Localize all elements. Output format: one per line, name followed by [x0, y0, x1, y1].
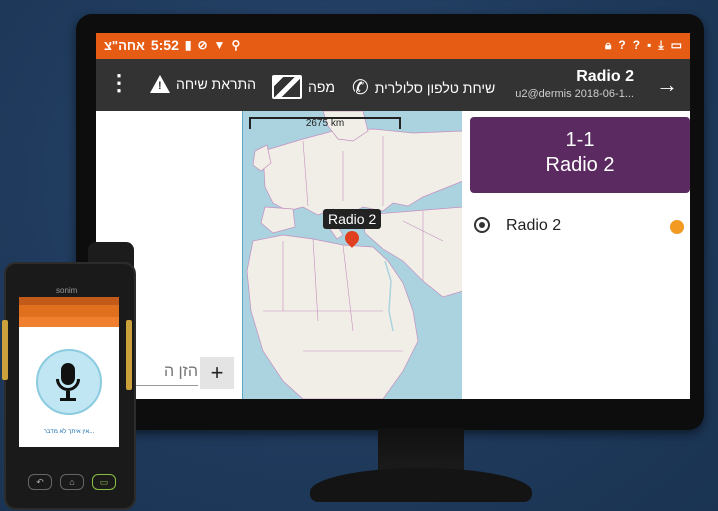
- conversation-title: Radio 2: [576, 68, 634, 85]
- ptt-status-text: אין איתך לא מדבר...: [43, 429, 95, 435]
- app-screen: אחה"צ 5:52 ▮ ⊘ ▼ ⚲ 🔒︎ ? ? ▪ ⤓ ▭ ⋮ ! התרא…: [96, 33, 690, 399]
- recent-apps-icon[interactable]: ▭: [92, 474, 116, 490]
- conversation-panel: 1-1 Radio 2 Radio 2: [462, 111, 690, 399]
- back-arrow-icon[interactable]: →: [656, 72, 678, 98]
- microphone-foot: [60, 398, 76, 401]
- cellular-call-label: שיחת טלפון סלולרית: [374, 79, 496, 96]
- lock-icon: 🔒︎: [605, 38, 612, 52]
- add-button[interactable]: +: [200, 357, 234, 389]
- map-button[interactable]: מפה: [272, 75, 335, 99]
- back-icon[interactable]: ↶: [28, 474, 52, 490]
- map-marker-label: Radio 2: [323, 209, 382, 229]
- call-card-line1: 1-1: [565, 129, 595, 151]
- map-view[interactable]: 2675 km Radio 2: [242, 111, 464, 399]
- conversation-header: Radio 2 u2@dermis 2018-06-1...: [515, 68, 634, 100]
- phone-toolbar: [19, 317, 119, 327]
- member-name: Radio 2: [506, 217, 562, 234]
- unknown-network-icon: ?: [618, 38, 626, 52]
- status-bar-left: אחה"צ 5:52 ▮ ⊘ ▼ ⚲: [104, 37, 240, 53]
- home-icon[interactable]: ⌂: [60, 474, 84, 490]
- member-row[interactable]: Radio 2: [470, 215, 690, 241]
- unknown-network-icon: ?: [632, 38, 641, 52]
- wifi-icon: ▼: [213, 38, 226, 52]
- map-scale-label: 2675 km: [305, 118, 345, 129]
- clock: 5:52: [150, 37, 179, 53]
- call-alert-button[interactable]: ! התראת שיחה: [150, 75, 256, 93]
- map-icon: [272, 75, 302, 99]
- microphone-stand: [56, 379, 80, 391]
- call-card[interactable]: 1-1 Radio 2: [470, 117, 690, 193]
- cellular-call-button[interactable]: ✆ שיחת טלפון סלולרית: [352, 75, 495, 100]
- target-icon: [474, 217, 490, 233]
- overflow-menu-icon[interactable]: ⋮: [108, 71, 130, 95]
- phone-icon: ✆: [352, 77, 369, 99]
- no-sim-icon: ⊘: [197, 38, 208, 52]
- phone-screen: אין איתך לא מדבר...: [19, 297, 119, 447]
- phone-nav-bar: ↶ ⌂ ▭: [24, 474, 120, 492]
- app-toolbar: ⋮ ! התראת שיחה מפה ✆ שיחת טלפון סלולרית …: [96, 59, 690, 111]
- call-card-line2: Radio 2: [545, 154, 615, 176]
- time-suffix: אחה"צ: [104, 37, 145, 53]
- call-alert-label: התראת שיחה: [176, 76, 257, 92]
- download-icon: ⤓: [658, 38, 664, 52]
- push-to-talk-button[interactable]: [36, 349, 102, 415]
- warning-icon: !: [150, 75, 170, 93]
- monitor-stand-neck: [378, 428, 464, 472]
- phone-brand: sonim: [56, 286, 78, 295]
- location-icon: ⚲: [231, 38, 241, 52]
- conversation-subtitle: u2@dermis 2018-06-1...: [515, 88, 634, 100]
- status-bar-right: 🔒︎ ? ? ▪ ⤓ ▭: [605, 37, 682, 53]
- map-label: מפה: [308, 79, 336, 95]
- phone-status-bar: [19, 297, 119, 305]
- image-icon: ▭: [670, 38, 682, 52]
- phone-title-bar: [19, 305, 119, 317]
- phone-side-button: [126, 320, 132, 390]
- battery-low-icon: ▮: [184, 38, 192, 52]
- sd-card-icon: ▪: [647, 38, 652, 52]
- map-land: [246, 111, 463, 399]
- phone-side-button: [2, 320, 8, 380]
- status-dot: [670, 220, 684, 234]
- map-scale-bar: 2675 km: [249, 117, 401, 129]
- status-bar: אחה"צ 5:52 ▮ ⊘ ▼ ⚲ 🔒︎ ? ? ▪ ⤓ ▭: [96, 33, 690, 59]
